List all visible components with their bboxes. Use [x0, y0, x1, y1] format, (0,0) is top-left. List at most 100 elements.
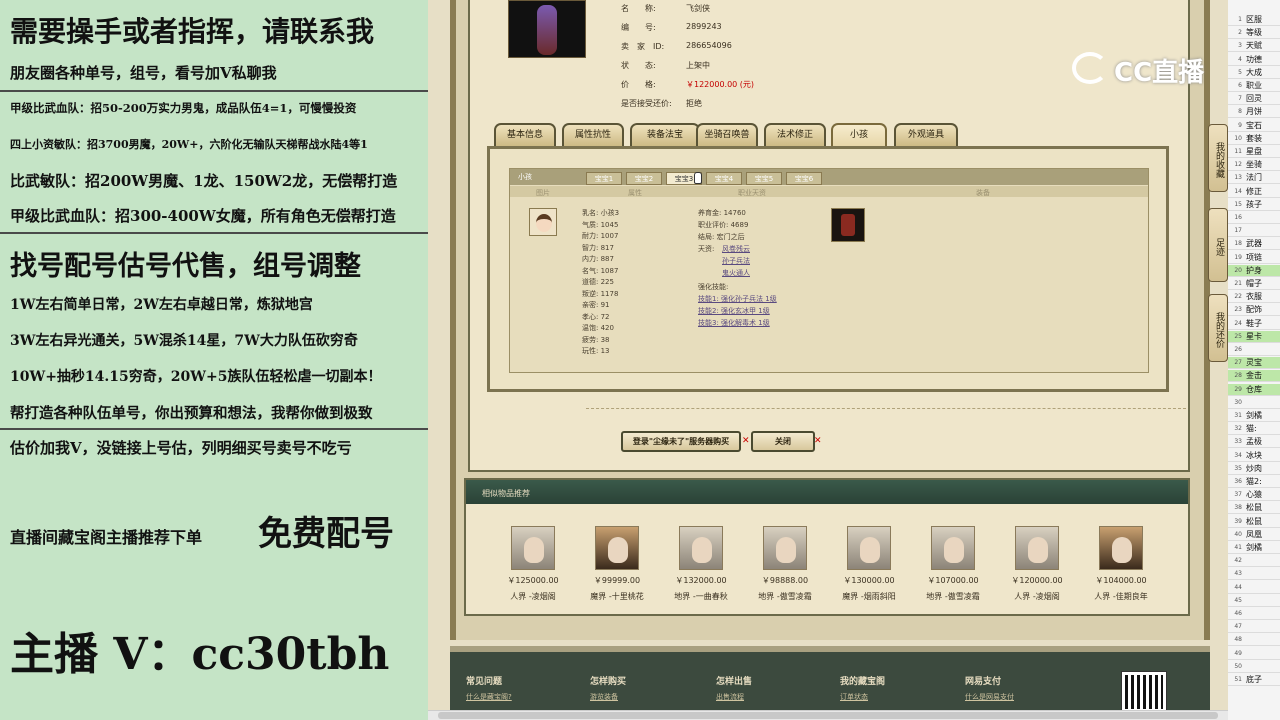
sheet-row[interactable]: 27 灵宝: [1228, 357, 1280, 370]
tab-appearance[interactable]: 外观道具: [894, 123, 958, 147]
footer-link-pay[interactable]: 什么是网易支付: [965, 692, 1014, 702]
sheet-row[interactable]: 1 区服: [1228, 14, 1280, 26]
sheet-cell[interactable]: 修正: [1246, 186, 1262, 198]
sheet-cell[interactable]: 套装: [1246, 133, 1262, 145]
skill-link[interactable]: 技能2: 强化玄冰甲 1级: [698, 306, 770, 316]
sheet-row[interactable]: 41 剑橘: [1228, 542, 1280, 554]
footer-link-buy[interactable]: 游览装备: [590, 692, 618, 702]
related-item[interactable]: ￥99999.00 魔界 -十里桃花: [582, 526, 652, 602]
horizontal-scrollbar[interactable]: [428, 710, 1228, 720]
sheet-row[interactable]: 16: [1228, 212, 1280, 224]
sheet-cell[interactable]: 护身: [1246, 265, 1262, 277]
sheet-cell[interactable]: 金击: [1246, 370, 1262, 382]
sheet-row[interactable]: 8 月饼: [1228, 106, 1280, 119]
sheet-cell[interactable]: 仓库: [1246, 384, 1262, 396]
sheet-cell[interactable]: 猫2:: [1246, 476, 1262, 488]
tab-children[interactable]: 小孩: [831, 123, 887, 147]
sheet-cell[interactable]: 法门: [1246, 172, 1262, 184]
sheet-row[interactable]: 34 冰块: [1228, 450, 1280, 462]
sheet-row[interactable]: 51 底子: [1228, 674, 1280, 686]
sheet-cell[interactable]: 武器: [1246, 238, 1262, 250]
sheet-row[interactable]: 10 套装: [1228, 133, 1280, 145]
subtab-baby6[interactable]: 宝宝6: [786, 172, 822, 185]
sheet-row[interactable]: 33 孟极: [1228, 436, 1280, 449]
talent-link[interactable]: 鬼火通人: [722, 268, 750, 278]
tab-mounts-pets[interactable]: 坐骑召唤兽: [696, 123, 758, 147]
side-button-favorites[interactable]: 我的收藏: [1208, 124, 1228, 192]
sheet-row[interactable]: 42: [1228, 555, 1280, 568]
sheet-row[interactable]: 14 修正: [1228, 186, 1280, 198]
related-item[interactable]: ￥104000.00 人界 -佳期良年: [1086, 526, 1156, 602]
sheet-cell[interactable]: 月饼: [1246, 106, 1262, 118]
sheet-row[interactable]: 24 鞋子: [1228, 318, 1280, 330]
subtab-baby5[interactable]: 宝宝5: [746, 172, 782, 185]
side-button-bargain[interactable]: 我的还价: [1208, 294, 1228, 362]
sheet-cell[interactable]: 孩子: [1246, 199, 1262, 211]
scrollbar-thumb[interactable]: [438, 712, 1218, 719]
sheet-row[interactable]: 32 猫:: [1228, 423, 1280, 436]
sheet-row[interactable]: 23 配饰: [1228, 304, 1280, 317]
sheet-row[interactable]: 20 护身: [1228, 264, 1280, 277]
sheet-row[interactable]: 6 职业: [1228, 80, 1280, 92]
sheet-cell[interactable]: 剑橘: [1246, 542, 1262, 554]
related-item[interactable]: ￥98888.00 地界 -傲雪凌霜: [750, 526, 820, 602]
sheet-row[interactable]: 38 松鼠: [1228, 502, 1280, 515]
sheet-row[interactable]: 4 功德: [1228, 54, 1280, 66]
sheet-row[interactable]: 50: [1228, 661, 1280, 673]
sheet-row[interactable]: 48: [1228, 634, 1280, 647]
sheet-row[interactable]: 22 衣服: [1228, 291, 1280, 304]
talent-link[interactable]: 风卷残云: [722, 244, 750, 254]
related-item[interactable]: ￥132000.00 地界 -一曲春秋: [666, 526, 736, 602]
sheet-cell[interactable]: 配饰: [1246, 304, 1262, 316]
sheet-row[interactable]: 12 坐骑: [1228, 159, 1280, 172]
sheet-cell[interactable]: 项链: [1246, 252, 1262, 264]
sheet-row[interactable]: 35 炒肉: [1228, 463, 1280, 475]
sheet-cell[interactable]: 冰块: [1246, 450, 1262, 462]
sheet-cell[interactable]: 星盘: [1246, 146, 1262, 158]
sheet-row[interactable]: 15 孩子: [1228, 199, 1280, 211]
sheet-row[interactable]: 44: [1228, 582, 1280, 594]
sheet-cell[interactable]: 底子: [1246, 674, 1262, 686]
sheet-row[interactable]: 36 猫2:: [1228, 476, 1280, 488]
sheet-cell[interactable]: 宝石: [1246, 120, 1262, 132]
sheet-row[interactable]: 43: [1228, 568, 1280, 581]
tab-basic-info[interactable]: 基本信息: [494, 123, 556, 147]
related-item[interactable]: ￥120000.00 人界 -凌烟阁: [1002, 526, 1072, 602]
related-item[interactable]: ￥130000.00 魔界 -烟雨斜阳: [834, 526, 904, 602]
sheet-cell[interactable]: 心猿: [1246, 489, 1262, 501]
related-item[interactable]: ￥107000.00 地界 -傲雪凌霜: [918, 526, 988, 602]
equip-slot[interactable]: [831, 208, 865, 242]
sheet-cell[interactable]: 大成: [1246, 67, 1262, 79]
sheet-cell[interactable]: 帽子: [1246, 278, 1262, 290]
sheet-row[interactable]: 40 凤凰: [1228, 529, 1280, 541]
footer-link-mine[interactable]: 订单状态: [840, 692, 868, 702]
skill-link[interactable]: 技能1: 强化孙子兵法 1级: [698, 294, 777, 304]
sheet-row[interactable]: 2 等级: [1228, 27, 1280, 40]
sheet-row[interactable]: 49: [1228, 648, 1280, 660]
sheet-row[interactable]: 17: [1228, 225, 1280, 238]
close-button[interactable]: 关闭: [751, 431, 815, 452]
footer-link-faq[interactable]: 什么是藏宝阁?: [466, 692, 512, 702]
sheet-row[interactable]: 45: [1228, 595, 1280, 607]
talent-link[interactable]: 孙子兵法: [722, 256, 750, 266]
sheet-row[interactable]: 13 法门: [1228, 172, 1280, 185]
sheet-cell[interactable]: 星卡: [1246, 331, 1262, 343]
sheet-cell[interactable]: 功德: [1246, 54, 1262, 66]
tab-equipment[interactable]: 装备法宝: [630, 123, 700, 147]
sheet-row[interactable]: 21 帽子: [1228, 278, 1280, 290]
login-buy-button[interactable]: 登录"尘缘未了"服务器购买: [621, 431, 741, 452]
sheet-cell[interactable]: 区服: [1246, 14, 1262, 26]
sheet-cell[interactable]: 凤凰: [1246, 529, 1262, 541]
skill-link[interactable]: 技能3: 强化解毒术 1级: [698, 318, 770, 328]
sheet-row[interactable]: 3 天赋: [1228, 40, 1280, 53]
sheet-row[interactable]: 7 回灵: [1228, 93, 1280, 106]
sheet-cell[interactable]: 鞋子: [1246, 318, 1262, 330]
sheet-row[interactable]: 39 松鼠: [1228, 516, 1280, 528]
sheet-cell[interactable]: 松鼠: [1246, 502, 1262, 514]
sheet-cell[interactable]: 剑橘: [1246, 410, 1262, 422]
sheet-cell[interactable]: 衣服: [1246, 291, 1262, 303]
sheet-row[interactable]: 11 星盘: [1228, 146, 1280, 158]
sheet-row[interactable]: 47: [1228, 621, 1280, 634]
subtab-baby1[interactable]: 宝宝1: [586, 172, 622, 185]
sheet-row[interactable]: 37 心猿: [1228, 489, 1280, 502]
